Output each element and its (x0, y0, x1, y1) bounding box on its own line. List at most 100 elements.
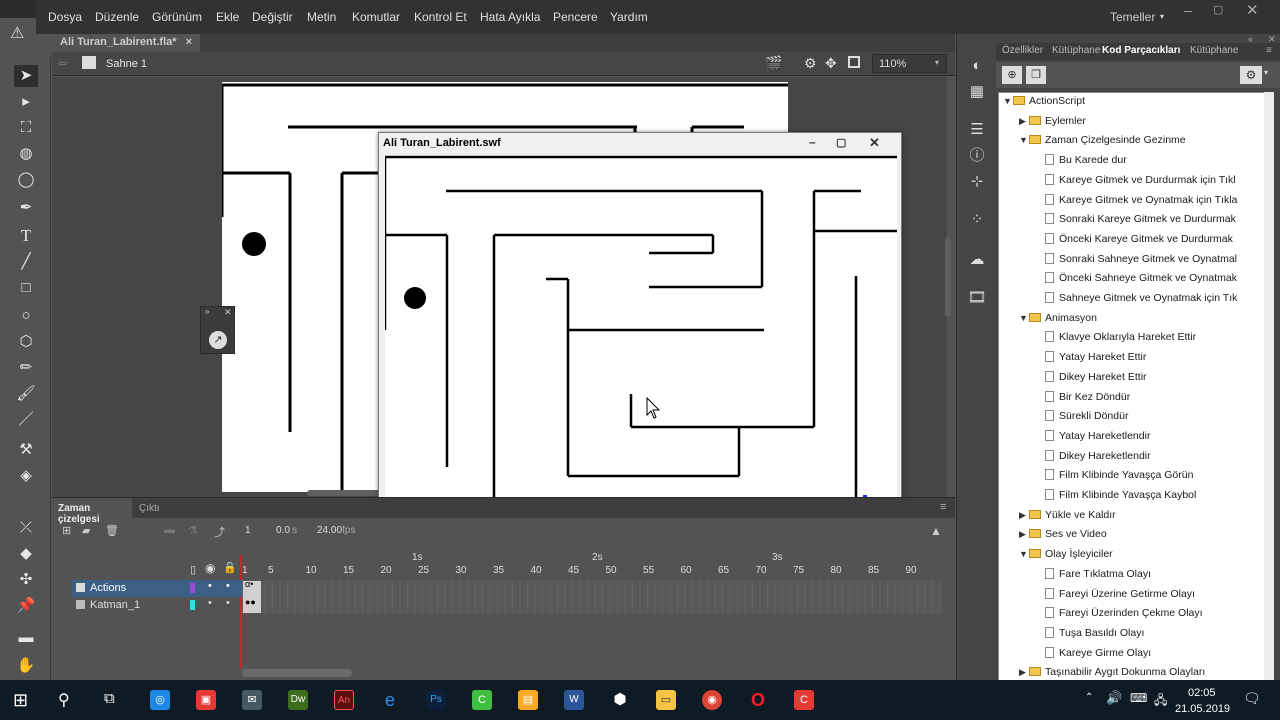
layer-row-actions[interactable]: Actions • • (72, 580, 242, 597)
photoshop-icon[interactable]: Ps (426, 690, 446, 710)
menu-dosya[interactable]: Dosya (48, 10, 82, 24)
tree-snippet[interactable]: Kareye Gitmek ve Durdurmak için Tıkl (999, 173, 1273, 193)
stage-vscrollbar[interactable] (945, 237, 951, 317)
cc-libraries-icon[interactable]: ☁ (967, 250, 987, 270)
color-icon[interactable]: ◐ (967, 56, 987, 76)
opera-icon[interactable]: O (748, 690, 768, 710)
snap-icon[interactable]: ✥ (825, 55, 837, 72)
maximize-icon[interactable]: ▢ (1213, 3, 1223, 16)
hand-tool-icon[interactable]: ✋ (14, 655, 38, 677)
collapsed-arrow-icon[interactable]: ▶ (1019, 667, 1029, 678)
current-frame[interactable]: 1 (245, 525, 251, 536)
tree-folder[interactable]: ▼ Animasyon (999, 312, 1273, 331)
camtasia-icon[interactable]: C (472, 690, 492, 710)
mail-icon[interactable]: ✉ (242, 690, 262, 710)
tab-code-snippets[interactable]: Kod Parçacıkları (1102, 45, 1180, 56)
tree-snippet[interactable]: Film Klibinde Yavaşça Kaybol (999, 489, 1273, 508)
tab-timeline[interactable]: Zaman çizelgesi (52, 498, 132, 525)
menu-degistir[interactable]: Değiştir (252, 10, 293, 24)
visibility-dot[interactable]: • (208, 597, 212, 609)
tree-folder[interactable]: ▶ Ses ve Video (999, 528, 1273, 547)
word-icon[interactable]: W (564, 690, 584, 710)
file-explorer-icon[interactable]: ▭ (656, 690, 676, 710)
expanded-arrow-icon[interactable]: ▼ (1019, 135, 1029, 145)
unity-icon[interactable]: ⬢ (610, 690, 630, 710)
clock-date[interactable]: 21.05.2019 (1175, 703, 1230, 715)
tab-library[interactable]: Kütüphane (1052, 45, 1100, 56)
camera-icon[interactable]: ▬ (164, 524, 175, 536)
lasso-tool-icon[interactable]: ◯ (14, 169, 38, 191)
tab-properties[interactable]: Özellikler (1002, 45, 1043, 56)
new-folder-icon[interactable]: ▰ (82, 524, 90, 537)
minimize-icon[interactable]: – (809, 135, 816, 149)
menu-hata-ayikla[interactable]: Hata Ayıkla (480, 10, 540, 24)
tree-snippet[interactable]: Sahneye Gitmek ve Oynatmak için Tık (999, 292, 1273, 311)
parent-view-icon[interactable]: ⚗ (188, 524, 198, 537)
tree-snippet[interactable]: Film Klibinde Yavaşça Görün (999, 469, 1273, 488)
layer-row-katman[interactable]: Katman_1 • • (72, 597, 242, 614)
minimize-icon[interactable]: – (1184, 2, 1192, 18)
expanded-arrow-icon[interactable]: ▼ (1003, 96, 1013, 106)
menu-ekle[interactable]: Ekle (216, 10, 239, 24)
hide-column-icon[interactable]: ▯ (190, 563, 196, 576)
menu-pencere[interactable]: Pencere (553, 10, 598, 24)
tree-snippet[interactable]: Fare Tıklatma Olayı (999, 567, 1273, 587)
tree-snippet[interactable]: Bu Karede dur (999, 154, 1273, 173)
tree-snippet[interactable]: Kareye Girme Olayı (999, 646, 1273, 666)
expanded-arrow-icon[interactable]: ▼ (1019, 549, 1029, 559)
edge-icon[interactable]: e (380, 690, 400, 710)
oval-tool-icon[interactable]: ○ (14, 305, 38, 327)
menu-yardim[interactable]: Yardım (610, 10, 648, 24)
subselection-tool-icon[interactable]: ▸ (14, 91, 38, 113)
paint-bucket-tool-icon[interactable]: ◈ (14, 465, 38, 487)
bone-tool-icon[interactable]: ⚒ (14, 439, 38, 461)
windows-start-icon[interactable]: ⊞ (13, 690, 28, 711)
text-tool-icon[interactable]: T (14, 225, 38, 247)
lock-icon[interactable]: 🔒 (223, 561, 237, 574)
chevron-down-icon[interactable]: ▾ (1160, 12, 1164, 21)
tree-snippet[interactable]: Fareyi Üzerinden Çekme Olayı (999, 607, 1273, 626)
tree-snippet[interactable]: Sonraki Sahneye Gitmek ve Oynatmal (999, 252, 1273, 272)
paint-brush-tool-icon[interactable]: 🖌 (14, 383, 38, 405)
tab-library-2[interactable]: Kütüphane (1190, 45, 1238, 56)
lock-dot[interactable]: • (226, 597, 230, 609)
menu-icon[interactable]: ≡ (940, 501, 946, 513)
tree-snippet[interactable]: Yatay Hareketlendir (999, 429, 1273, 449)
timeline-ruler[interactable]: 1s 2s 3s 1 5 10 15 20 25 30 35 40 45 50 55 60 65 70 75 8… (52, 549, 955, 579)
tree-folder[interactable]: ▶ Eylemler (999, 115, 1273, 134)
task-view-icon[interactable]: ⧉ (104, 690, 115, 707)
zoom-select[interactable]: 110% ▾ (872, 54, 947, 73)
clock-time[interactable]: 02:05 (1188, 687, 1216, 699)
swatches-icon[interactable]: ▦ (967, 82, 987, 102)
fps-value[interactable]: 24.00 (317, 525, 342, 536)
tree-snippet[interactable]: Dikey Hareketlendir (999, 449, 1273, 469)
warning-button[interactable]: ⚠ (0, 18, 36, 48)
collapse-icon[interactable]: » (205, 307, 209, 316)
edit-scene-icon[interactable]: 🎬 (765, 55, 782, 72)
close-icon[interactable]: ✕ (1246, 1, 1259, 19)
delete-icon[interactable]: 🗑 (105, 524, 119, 537)
pin-tool-icon[interactable]: 📌 (14, 595, 38, 617)
menu-metin[interactable]: Metin (307, 10, 336, 24)
eye-icon[interactable]: ◉ (205, 561, 215, 575)
motion-presets-icon[interactable]: 🎞 (967, 288, 987, 308)
close-icon[interactable]: × (186, 36, 192, 48)
tree-folder[interactable]: ▼ ActionScript (999, 95, 1273, 114)
tree-snippet[interactable]: Sürekli Döndür (999, 410, 1273, 429)
eyedropper-tool-icon[interactable]: ⤫ (14, 517, 38, 539)
collapsed-arrow-icon[interactable]: ▶ (1019, 529, 1029, 540)
visibility-dot[interactable]: • (208, 580, 212, 592)
expanded-arrow-icon[interactable]: ▼ (1019, 313, 1029, 323)
free-transform-tool-icon[interactable]: ⛶ (14, 117, 38, 139)
timeline-hscrollbar[interactable] (242, 669, 352, 677)
close-icon[interactable]: ✕ (869, 135, 880, 151)
tree-snippet[interactable]: Dikey Hareket Ettir (999, 370, 1273, 390)
eraser-tool-icon[interactable]: ◆ (14, 543, 38, 565)
pen-tool-icon[interactable]: ✒ (14, 197, 38, 219)
camera-tool-icon[interactable]: ▬ (14, 627, 38, 649)
animate-icon[interactable]: An (334, 690, 354, 710)
copy-icon[interactable]: ❐ (1026, 66, 1046, 84)
lock-dot[interactable]: • (226, 580, 230, 592)
document-tab[interactable]: Ali Turan_Labirent.fla* × (52, 34, 201, 52)
menu-komutlar[interactable]: Komutlar (352, 10, 400, 24)
